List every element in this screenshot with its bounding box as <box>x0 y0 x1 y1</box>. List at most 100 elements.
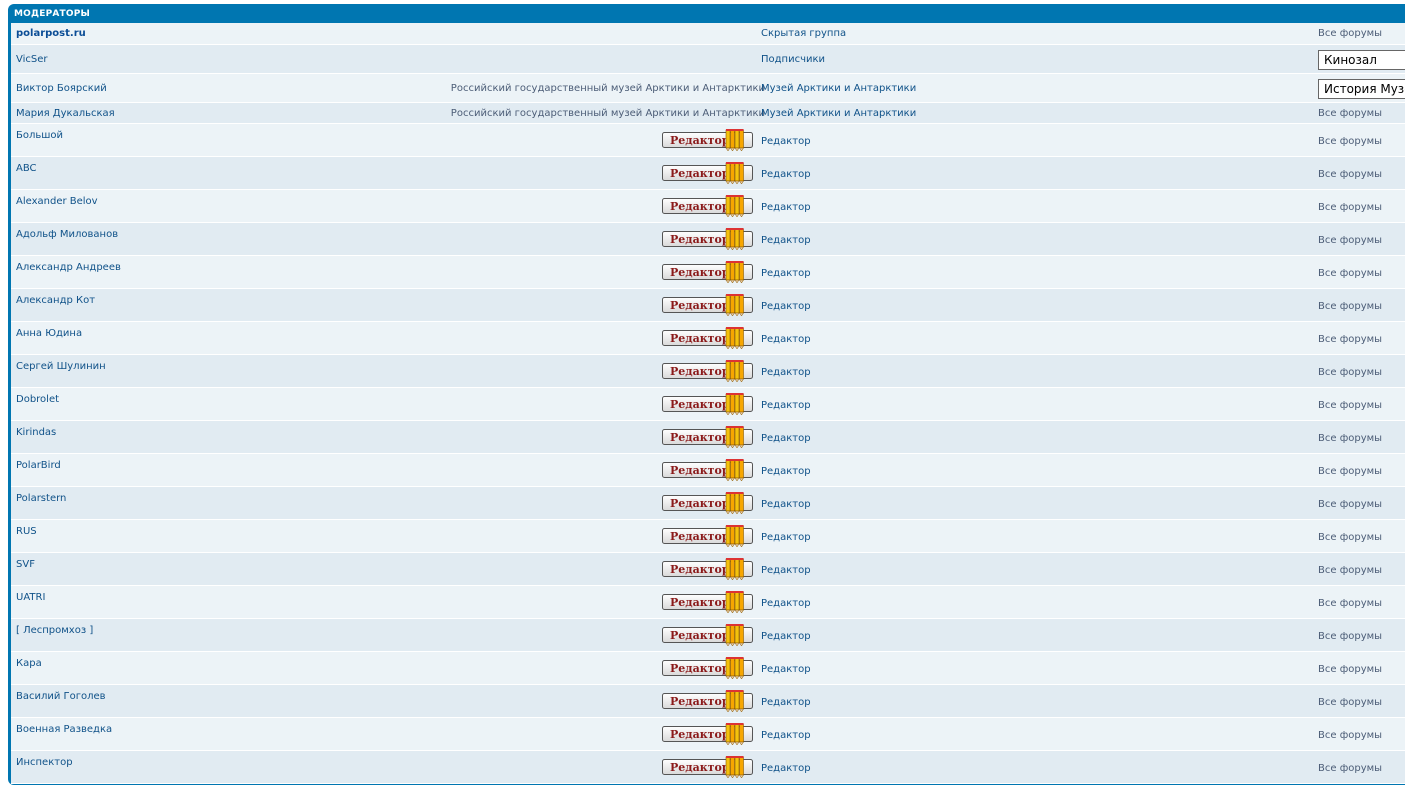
rank-badge-label: Редактор <box>670 497 730 510</box>
editor-pencil-icon: Редактор <box>662 459 753 481</box>
group-link[interactable]: Редактор <box>761 301 811 312</box>
moderator-name-link[interactable]: Сергей Шулинин <box>16 361 106 372</box>
moderator-name-link[interactable]: SVF <box>16 559 35 570</box>
editor-pencil-icon: Редактор <box>662 657 753 679</box>
forums-text: Все форумы <box>1318 631 1383 642</box>
forums-select[interactable]: Кинозал <box>1318 50 1405 70</box>
rank-badge: Редактор <box>662 426 754 448</box>
rank-title: Российский государственный музей Арктики… <box>450 108 765 119</box>
forums-text: Все форумы <box>1318 202 1383 213</box>
group-link[interactable]: Подписчики <box>761 54 825 65</box>
editor-pencil-icon: Редактор <box>662 723 753 745</box>
forums-text: Все форумы <box>1318 730 1383 741</box>
rank-badge: Редактор <box>662 162 754 184</box>
group-link[interactable]: Редактор <box>761 631 811 642</box>
rank-badge: Редактор <box>662 492 754 514</box>
rank-badge-label: Редактор <box>670 761 730 774</box>
moderator-name-link[interactable]: Военная Разведка <box>16 724 112 735</box>
table-row: RUS Редактор Редактор Все форумы <box>11 520 1405 553</box>
rank-badge: Редактор <box>662 261 754 283</box>
forums-text: Все форумы <box>1318 235 1383 246</box>
moderator-name-link[interactable]: Dobrolet <box>16 394 59 405</box>
table-row: Анна Юдина Редактор Редактор Все форумы <box>11 322 1405 355</box>
forums-text: Все форумы <box>1318 169 1383 180</box>
moderator-name-link[interactable]: Анна Юдина <box>16 328 82 339</box>
moderator-name-link[interactable]: VicSer <box>16 54 48 65</box>
group-link[interactable]: Редактор <box>761 763 811 774</box>
editor-pencil-icon: Редактор <box>662 756 753 778</box>
editor-pencil-icon: Редактор <box>662 228 753 250</box>
moderator-name-link[interactable]: Мария Дукальская <box>16 108 115 119</box>
table-row: Александр Кот Редактор Редактор Все форум… <box>11 289 1405 322</box>
moderator-name-link[interactable]: Кара <box>16 658 42 669</box>
moderator-name-link[interactable]: [ Леспромхоз ] <box>16 625 93 636</box>
table-row: Мария Дукальская Российский государственн… <box>11 103 1405 124</box>
table-row: Dobrolet Редактор Редактор Все форумы <box>11 388 1405 421</box>
rank-badge: Редактор <box>662 228 754 250</box>
forums-text: Все форумы <box>1318 367 1383 378</box>
table-row: Александр Андреев Редактор Редактор Все ф… <box>11 256 1405 289</box>
moderator-name-link[interactable]: UATRI <box>16 592 45 603</box>
table-row: Василий Гоголев Редактор Редактор Все фор… <box>11 685 1405 718</box>
moderator-name-link[interactable]: Polarstern <box>16 493 66 504</box>
group-link[interactable]: Редактор <box>761 664 811 675</box>
table-row: UATRI Редактор Редактор Все форумы <box>11 586 1405 619</box>
forums-text: Все форумы <box>1318 532 1383 543</box>
group-link[interactable]: Редактор <box>761 697 811 708</box>
moderator-name-link[interactable]: Большой <box>16 130 63 141</box>
moderator-name-link[interactable]: Александр Андреев <box>16 262 121 273</box>
rank-badge-label: Редактор <box>670 464 730 477</box>
moderator-name-link[interactable]: polarpost.ru <box>16 28 86 39</box>
moderator-name-link[interactable]: ABC <box>16 163 37 174</box>
group-link[interactable]: Редактор <box>761 730 811 741</box>
group-link[interactable]: Редактор <box>761 268 811 279</box>
table-row: Kirindas Редактор Редактор Все форумы <box>11 421 1405 454</box>
forums-select[interactable]: История Музея <box>1318 79 1405 99</box>
group-link[interactable]: Редактор <box>761 202 811 213</box>
forums-text: Все форумы <box>1318 334 1383 345</box>
group-link[interactable]: Редактор <box>761 136 811 147</box>
group-link[interactable]: Редактор <box>761 466 811 477</box>
moderators-table: polarpost.ru Скрытая группа Все форумы VicS… <box>11 23 1405 784</box>
editor-pencil-icon: Редактор <box>662 360 753 382</box>
moderator-name-link[interactable]: PolarBird <box>16 460 61 471</box>
group-link[interactable]: Редактор <box>761 565 811 576</box>
moderator-name-link[interactable]: Адольф Милованов <box>16 229 118 240</box>
table-row: SVF Редактор Редактор Все форумы <box>11 553 1405 586</box>
moderator-name-link[interactable]: Инспектор <box>16 757 73 768</box>
forums-text: Все форумы <box>1318 28 1383 39</box>
group-link[interactable]: Редактор <box>761 334 811 345</box>
group-link[interactable]: Редактор <box>761 235 811 246</box>
group-link[interactable]: Скрытая группа <box>761 28 846 39</box>
rank-badge-label: Редактор <box>670 662 730 675</box>
group-link[interactable]: Музей Арктики и Антарктики <box>761 108 916 119</box>
forums-text: Все форумы <box>1318 565 1383 576</box>
rank-title: Российский государственный музей Арктики… <box>450 83 765 94</box>
moderator-name-link[interactable]: Виктор Боярский <box>16 83 107 94</box>
moderator-name-link[interactable]: RUS <box>16 526 37 537</box>
moderator-name-link[interactable]: Kirindas <box>16 427 56 438</box>
editor-pencil-icon: Редактор <box>662 129 753 151</box>
group-link[interactable]: Редактор <box>761 400 811 411</box>
group-link[interactable]: Редактор <box>761 598 811 609</box>
group-link[interactable]: Редактор <box>761 367 811 378</box>
forums-text: Все форумы <box>1318 301 1383 312</box>
moderator-name-link[interactable]: Александр Кот <box>16 295 95 306</box>
editor-pencil-icon: Редактор <box>662 195 753 217</box>
forums-text: Все форумы <box>1318 664 1383 675</box>
rank-badge-label: Редактор <box>670 563 730 576</box>
editor-pencil-icon: Редактор <box>662 591 753 613</box>
group-link[interactable]: Редактор <box>761 532 811 543</box>
rank-badge-label: Редактор <box>670 530 730 543</box>
moderator-name-link[interactable]: Alexander Belov <box>16 196 98 207</box>
group-link[interactable]: Редактор <box>761 499 811 510</box>
moderator-name-link[interactable]: Василий Гоголев <box>16 691 106 702</box>
group-link[interactable]: Музей Арктики и Антарктики <box>761 83 916 94</box>
forums-text: Все форумы <box>1318 763 1383 774</box>
editor-pencil-icon: Редактор <box>662 426 753 448</box>
forums-text: Все форумы <box>1318 400 1383 411</box>
rank-badge: Редактор <box>662 294 754 316</box>
group-link[interactable]: Редактор <box>761 433 811 444</box>
group-link[interactable]: Редактор <box>761 169 811 180</box>
table-row: Polarstern Редактор Редактор Все форумы <box>11 487 1405 520</box>
